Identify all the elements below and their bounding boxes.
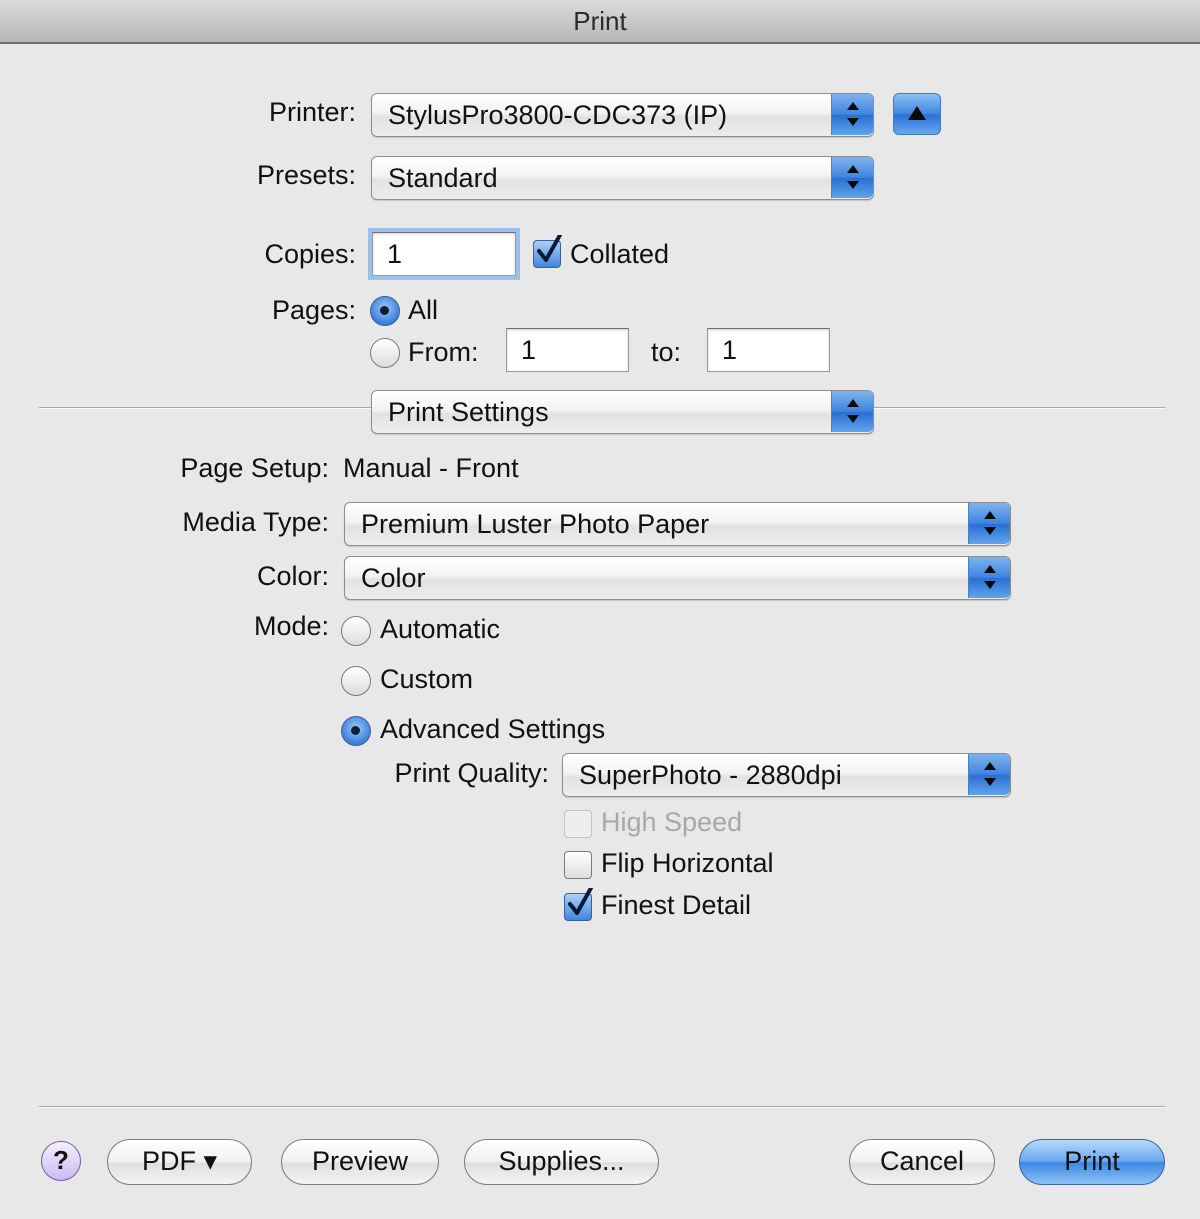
print-button[interactable]: Print xyxy=(1019,1139,1165,1185)
high-speed-label: High Speed xyxy=(601,807,743,837)
flip-horizontal-checkbox[interactable] xyxy=(564,851,592,879)
presets-label: Presets: xyxy=(256,160,356,190)
page-setup-label: Page Setup: xyxy=(180,453,329,483)
print-quality-popup[interactable]: SuperPhoto - 2880dpi xyxy=(562,753,1011,797)
presets-popup-value: Standard xyxy=(388,163,498,193)
printer-details-disclosure-button[interactable] xyxy=(893,93,941,135)
color-label: Color: xyxy=(256,561,329,591)
high-speed-checkbox[interactable] xyxy=(564,810,592,838)
mode-automatic-label: Automatic xyxy=(380,614,501,644)
up-down-arrows-icon xyxy=(968,503,1010,544)
color-popup-value: Color xyxy=(361,563,426,593)
checkmark-icon xyxy=(537,235,562,262)
printer-popup-value: StylusPro3800-CDC373 (IP) xyxy=(388,100,728,130)
print-quality-label: Print Quality: xyxy=(394,758,549,788)
preview-button[interactable]: Preview xyxy=(281,1139,439,1185)
presets-popup[interactable]: Standard xyxy=(371,156,874,200)
copies-field[interactable]: 1 xyxy=(372,232,516,276)
triangle-up-icon xyxy=(908,106,926,120)
print-dialog: Print Printer: StylusPro3800-CDC373 (IP)… xyxy=(0,0,1200,1219)
collated-label: Collated xyxy=(570,239,670,269)
mode-advanced-radio[interactable] xyxy=(341,716,371,746)
up-down-arrows-icon xyxy=(831,157,873,198)
finest-detail-checkbox[interactable] xyxy=(564,888,593,921)
media-type-label: Media Type: xyxy=(182,507,329,537)
separator-line xyxy=(873,407,1165,409)
pages-from-radio[interactable] xyxy=(370,338,400,368)
pages-label: Pages: xyxy=(271,295,356,325)
collated-checkbox[interactable] xyxy=(533,235,562,268)
help-button[interactable]: ? xyxy=(41,1141,81,1181)
print-quality-popup-value: SuperPhoto - 2880dpi xyxy=(579,760,842,790)
cancel-button[interactable]: Cancel xyxy=(849,1139,995,1185)
up-down-arrows-icon xyxy=(968,754,1010,795)
panel-popup[interactable]: Print Settings xyxy=(371,390,874,434)
separator-line xyxy=(39,1106,1165,1108)
mode-automatic-radio[interactable] xyxy=(341,616,371,646)
pages-to-field[interactable]: 1 xyxy=(707,328,830,372)
page-setup-value: Manual - Front xyxy=(343,453,519,483)
window-title: Print xyxy=(0,0,1200,44)
mode-advanced-label: Advanced Settings xyxy=(380,714,606,744)
mode-custom-label: Custom xyxy=(380,664,474,694)
separator-line xyxy=(39,407,372,409)
pages-from-field[interactable]: 1 xyxy=(506,328,629,372)
mode-custom-radio[interactable] xyxy=(341,666,371,696)
checkmark-icon xyxy=(568,888,593,915)
up-down-arrows-icon xyxy=(831,391,873,432)
media-type-popup[interactable]: Premium Luster Photo Paper xyxy=(344,502,1011,546)
up-down-arrows-icon xyxy=(831,94,873,135)
pdf-menu-button[interactable]: PDF ▾ xyxy=(107,1139,252,1185)
mode-label: Mode: xyxy=(253,611,329,641)
finest-detail-label: Finest Detail xyxy=(601,890,752,920)
pages-all-radio[interactable] xyxy=(370,296,400,326)
supplies-button[interactable]: Supplies... xyxy=(464,1139,659,1185)
color-popup[interactable]: Color xyxy=(344,556,1011,600)
printer-label: Printer: xyxy=(268,97,356,127)
copies-label: Copies: xyxy=(264,239,356,269)
panel-popup-value: Print Settings xyxy=(388,397,549,427)
pages-to-label: to: xyxy=(651,337,682,367)
up-down-arrows-icon xyxy=(968,557,1010,598)
pages-all-label: All xyxy=(408,295,439,325)
flip-horizontal-label: Flip Horizontal xyxy=(601,848,774,878)
pages-from-label: From: xyxy=(408,337,479,367)
printer-popup[interactable]: StylusPro3800-CDC373 (IP) xyxy=(371,93,874,137)
media-type-popup-value: Premium Luster Photo Paper xyxy=(361,509,710,539)
